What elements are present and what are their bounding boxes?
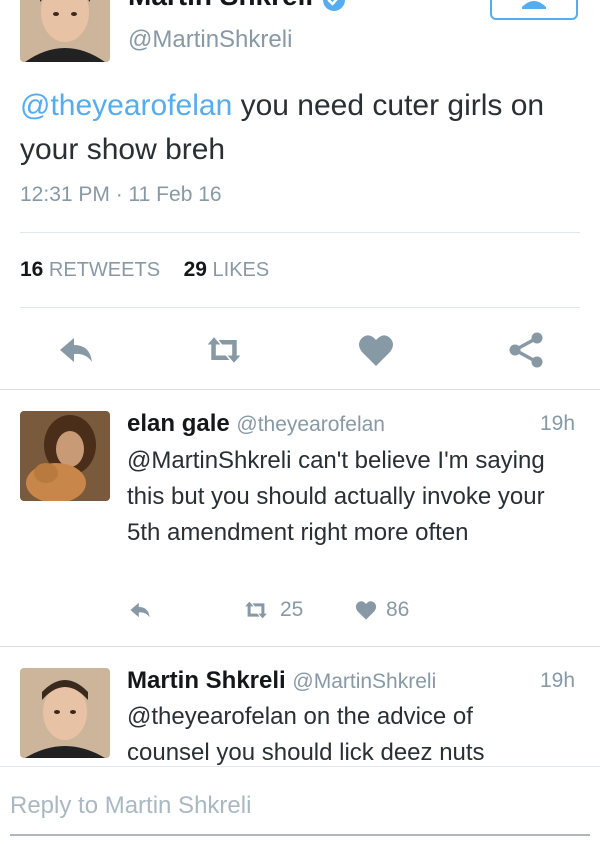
- share-icon[interactable]: [506, 330, 546, 370]
- reply-retweet-count: 25: [280, 598, 304, 621]
- retweet-icon[interactable]: [204, 330, 244, 370]
- avatar-elan-gale[interactable]: [20, 411, 110, 501]
- verified-badge-icon: [322, 0, 346, 12]
- reply-like[interactable]: 86: [354, 598, 409, 622]
- divider: [0, 766, 600, 767]
- tweet-text: @theyearofelan you need cuter girls on y…: [20, 84, 580, 172]
- reply-author[interactable]: elan gale @theyearofelan: [127, 410, 385, 438]
- reply-author-handle[interactable]: @theyearofelan: [236, 413, 385, 436]
- author-name[interactable]: Martin Shkreli: [128, 0, 313, 12]
- divider: [0, 646, 600, 647]
- like-icon[interactable]: [356, 330, 396, 370]
- follow-button[interactable]: [490, 0, 578, 20]
- reply-author-name[interactable]: Martin Shkreli: [127, 667, 286, 694]
- author-handle[interactable]: @MartinShkreli: [128, 26, 292, 54]
- reply-author-handle[interactable]: @MartinShkreli: [292, 670, 436, 693]
- reply-time[interactable]: 19h: [540, 669, 575, 693]
- reply-retweet[interactable]: 25: [240, 598, 303, 622]
- retweets-count[interactable]: 16: [20, 258, 43, 281]
- reply-time[interactable]: 19h: [540, 412, 575, 436]
- reply-icon[interactable]: [56, 330, 96, 370]
- likes-count[interactable]: 29: [184, 258, 207, 281]
- reply-text: @MartinShkreli can't believe I'm saying …: [127, 447, 545, 546]
- divider: [20, 232, 580, 233]
- retweet-icon: [245, 601, 267, 619]
- divider: [0, 389, 600, 390]
- follow-person-icon: [522, 1, 546, 9]
- tweet-stats: 16 RETWEETS 29 LIKES: [20, 258, 269, 282]
- reply-text: @theyearofelan on the advice of counsel …: [127, 703, 485, 766]
- likes-label[interactable]: LIKES: [213, 259, 270, 281]
- reply-input-underline: [10, 834, 590, 836]
- reply-input[interactable]: Reply to Martin Shkreli: [10, 792, 251, 820]
- reply-author[interactable]: Martin Shkreli @MartinShkreli: [127, 667, 436, 695]
- reply-like-count: 86: [386, 598, 410, 621]
- tweet-timestamp[interactable]: 12:31 PM · 11 Feb 16: [20, 183, 222, 207]
- reply-author-name[interactable]: elan gale: [127, 410, 230, 437]
- like-icon: [355, 601, 377, 620]
- avatar-martin-shkreli[interactable]: [20, 0, 110, 62]
- retweets-label[interactable]: RETWEETS: [49, 259, 160, 281]
- divider: [20, 307, 580, 308]
- avatar-martin-shkreli-reply[interactable]: [20, 668, 110, 758]
- reply-reply-icon[interactable]: [127, 598, 153, 622]
- tweet-mention-link[interactable]: @theyearofelan: [20, 89, 232, 122]
